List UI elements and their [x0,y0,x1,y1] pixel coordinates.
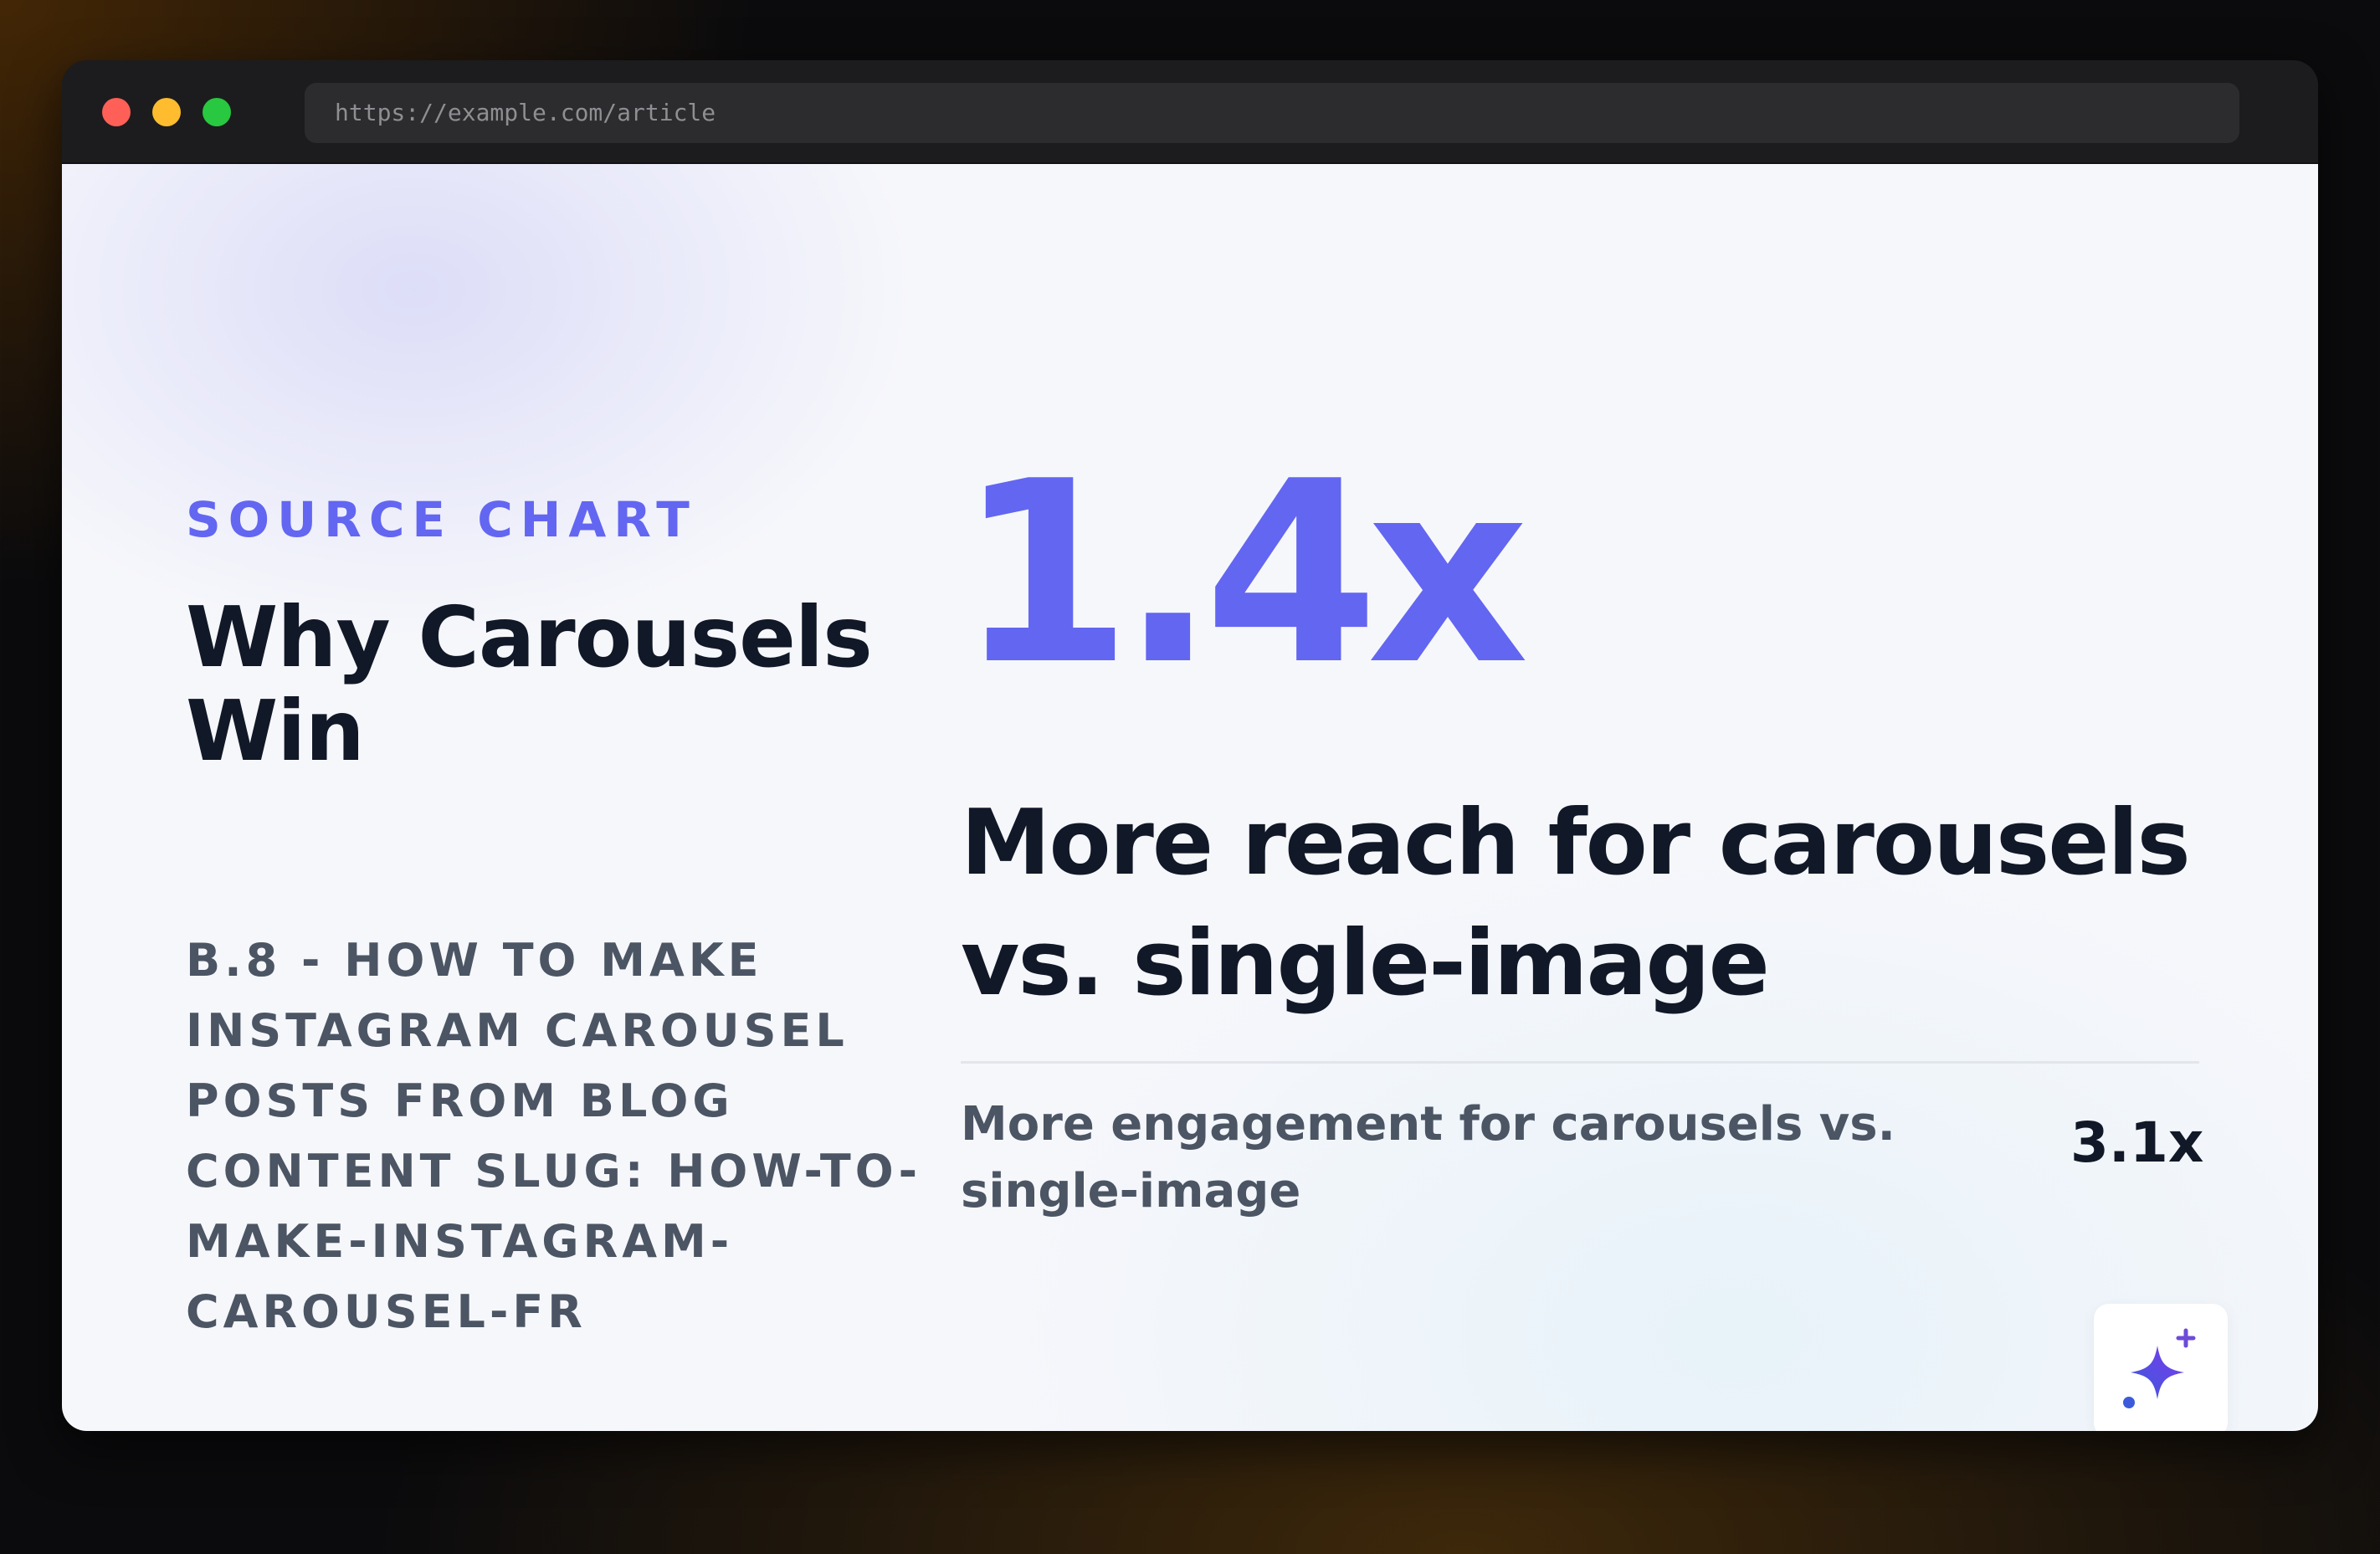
close-window-button[interactable] [102,98,131,126]
slide-content: SOURCE CHART Why Carousels Win B.8 - How… [62,164,2318,1431]
slide-title: Why Carousels Win [186,588,873,780]
browser-window: https://example.com/article SOURCE CHART… [62,60,2318,1431]
maximize-window-button[interactable] [203,98,231,126]
address-bar[interactable]: https://example.com/article [305,83,2239,143]
browser-titlebar: https://example.com/article [62,60,2318,164]
sparkle-icon [2123,1328,2196,1408]
address-bar-url: https://example.com/article [335,99,716,126]
headline-stat-label: More reach for carousels vs. single-imag… [961,791,2191,1016]
secondary-stat-value: 3.1x [2070,1110,2204,1175]
headline-stat-value: 1.4x [957,428,1529,720]
divider [961,1061,2199,1064]
eyebrow-label: SOURCE CHART [186,491,697,548]
minimize-window-button[interactable] [152,98,181,126]
sparkle-badge [2094,1304,2228,1431]
slide-subtitle: B.8 - How to Make Instagram Carousel Pos… [186,934,922,1338]
secondary-stat-label: More engagement for carousels vs. single… [961,1097,1895,1218]
